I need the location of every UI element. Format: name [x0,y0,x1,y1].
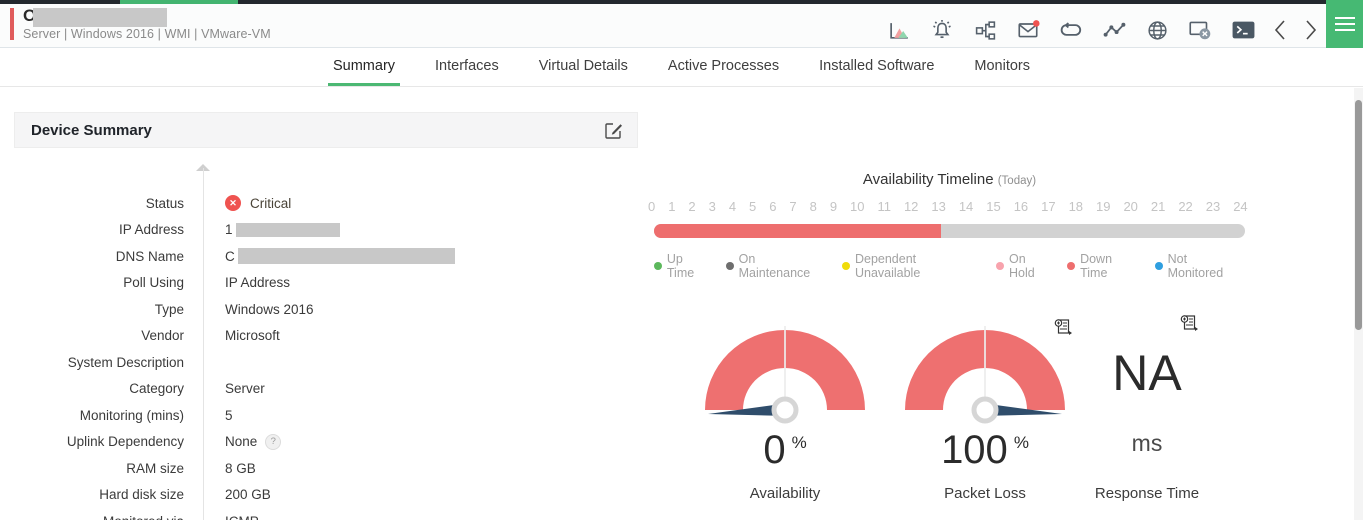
tab-active-processes[interactable]: Active Processes [663,48,784,86]
field-system-description: System Description [14,349,638,376]
remote-desktop-icon[interactable] [1183,15,1217,45]
field-monitored-via: Monitored via ICMP [14,508,638,520]
availability-label: Availability [705,485,865,502]
packet-loss-report-icon[interactable] [1054,318,1073,337]
alarms-bell-icon[interactable] [925,15,959,45]
field-category: Category Server [14,376,638,403]
ip-redacted [236,223,340,237]
legend-on-maintenance: On Maintenance [726,252,829,280]
field-hard-disk-size: Hard disk size 200 GB [14,482,638,509]
response-time-value: NA [1067,344,1227,402]
tab-summary[interactable]: Summary [328,48,400,86]
critical-status-icon: ✕ [225,195,241,211]
field-status: Status ✕ Critical [14,190,638,217]
field-vendor: Vendor Microsoft [14,323,638,350]
timeline-bar[interactable] [654,224,1245,238]
timeline-downtime-segment[interactable] [654,224,941,238]
legend-not-monitored: Not Monitored [1155,252,1245,280]
tab-virtual-details[interactable]: Virtual Details [534,48,633,86]
sync-loop-icon[interactable] [1054,15,1088,45]
device-summary-title: Device Summary [31,122,152,139]
timeline-period: (Today) [998,175,1036,187]
field-ram-size: RAM size 8 GB [14,455,638,482]
availability-gauge [705,324,865,420]
legend-up-time: Up Time [654,252,713,280]
line-graph-icon[interactable] [1097,15,1131,45]
device-meta: Server | Windows 2016 | WMI | VMware-VM [23,27,271,41]
device-header: O Server | Windows 2016 | WMI | VMware-V… [0,4,1363,48]
back-chevron-icon[interactable] [1269,15,1291,45]
timeline-legend: Up Time On Maintenance Dependent Unavail… [654,252,1245,280]
legend-on-hold: On Hold [996,252,1054,280]
response-time-report-icon[interactable] [1180,314,1199,333]
timeline-hour-scale: 0123456789101112131415161718192021222324 [648,199,1248,214]
help-icon[interactable]: ? [265,434,281,450]
field-type: Type Windows 2016 [14,296,638,323]
device-name-redacted [33,8,167,27]
field-dns-name: DNS Name C [14,243,638,270]
terminal-icon[interactable] [1226,15,1260,45]
header-toolbar [882,8,1322,52]
availability-value: 0 % [705,430,865,470]
edit-icon[interactable] [604,121,623,140]
legend-down-time: Down Time [1067,252,1142,280]
response-time-label: Response Time [1067,485,1227,502]
device-summary-header: Device Summary [14,112,638,148]
field-monitoring-mins: Monitoring (mins) 5 [14,402,638,429]
packet-loss-value: 100 % [905,430,1065,470]
tab-installed-software[interactable]: Installed Software [814,48,939,86]
field-ip-address: IP Address 1 [14,217,638,244]
packet-loss-label: Packet Loss [905,485,1065,502]
mail-icon[interactable] [1011,15,1045,45]
dns-redacted [238,248,455,264]
tab-monitors[interactable]: Monitors [969,48,1035,86]
legend-dependent-unavailable: Dependent Unavailable [842,252,983,280]
packet-loss-gauge [905,324,1065,420]
performance-chart-icon[interactable] [882,15,916,45]
device-tabs: Summary Interfaces Virtual Details Activ… [0,48,1363,87]
menu-hamburger-button[interactable] [1326,0,1363,48]
scrollbar-thumb[interactable] [1355,100,1362,330]
device-status-color-bar [10,8,14,40]
workflow-icon[interactable] [968,15,1002,45]
tab-interfaces[interactable]: Interfaces [430,48,504,86]
web-globe-icon[interactable] [1140,15,1174,45]
field-poll-using: Poll Using IP Address [14,270,638,297]
forward-chevron-icon[interactable] [1300,15,1322,45]
device-summary-fields: Status ✕ Critical IP Address 1 DNS Name … [14,190,638,520]
availability-timeline-title: Availability Timeline (Today) [654,171,1245,188]
field-uplink-dependency: Uplink Dependency None ? [14,429,638,456]
response-time-unit: ms [1067,430,1227,457]
